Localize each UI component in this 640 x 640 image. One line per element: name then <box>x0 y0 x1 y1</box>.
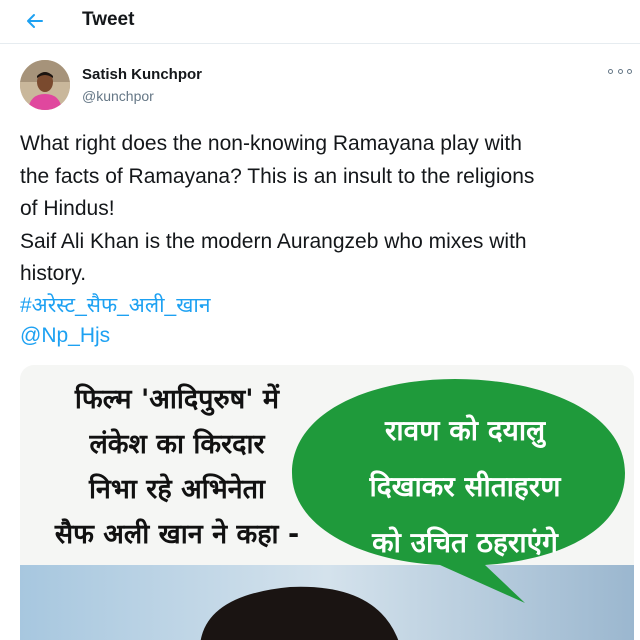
caption-line: लंकेश का किरदार <box>89 429 265 460</box>
arrow-left-icon <box>27 14 43 28</box>
hashtag-link[interactable]: #अरेस्ट_सैफ_अली_खान <box>20 291 210 319</box>
back-button[interactable] <box>20 6 50 36</box>
bubble-line: को उचित ठहराएंगे <box>372 526 558 559</box>
more-options-button[interactable] <box>608 64 632 78</box>
tweet-text-line: Saif Ali Khan is the modern Aurangzeb wh… <box>20 229 527 253</box>
image-caption-left: फिल्म 'आदिपुरुष' में लंकेश का किरदार निभ… <box>42 377 312 557</box>
tweet-text-line: history. <box>20 262 87 285</box>
caption-line: फिल्म 'आदिपुरुष' में <box>74 384 280 415</box>
tweet-text-line: What right does the non-knowing Ramayana… <box>20 132 522 155</box>
bubble-line: रावण को दयालु <box>384 414 546 447</box>
bubble-line: दिखाकर सीताहरण <box>369 470 561 503</box>
author-handle[interactable]: @kunchpor <box>82 88 154 104</box>
avatar[interactable] <box>20 60 70 110</box>
tweet-text-line: of Hindus! <box>20 197 115 220</box>
tweet-text-line: the facts of Ramayana? This is an insult… <box>20 164 535 188</box>
caption-line: निभा रहे अभिनेता <box>88 474 266 505</box>
author-name[interactable]: Satish Kunchpor <box>82 66 202 83</box>
mention-link[interactable]: @Np_Hjs <box>20 324 110 348</box>
tweet-text: What right does the non-knowing Ramayana… <box>20 128 630 291</box>
tweet-media-image[interactable]: फिल्म 'आदिपुरुष' में लंकेश का किरदार निभ… <box>20 365 634 640</box>
speech-bubble-text: रावण को दयालु दिखाकर सीताहरण को उचित ठहर… <box>320 403 610 571</box>
tweet-header: Tweet <box>0 0 640 44</box>
page-title: Tweet <box>82 9 135 30</box>
caption-line: सैफ अली खान ने कहा - <box>54 519 300 550</box>
more-options-icon <box>608 68 613 74</box>
